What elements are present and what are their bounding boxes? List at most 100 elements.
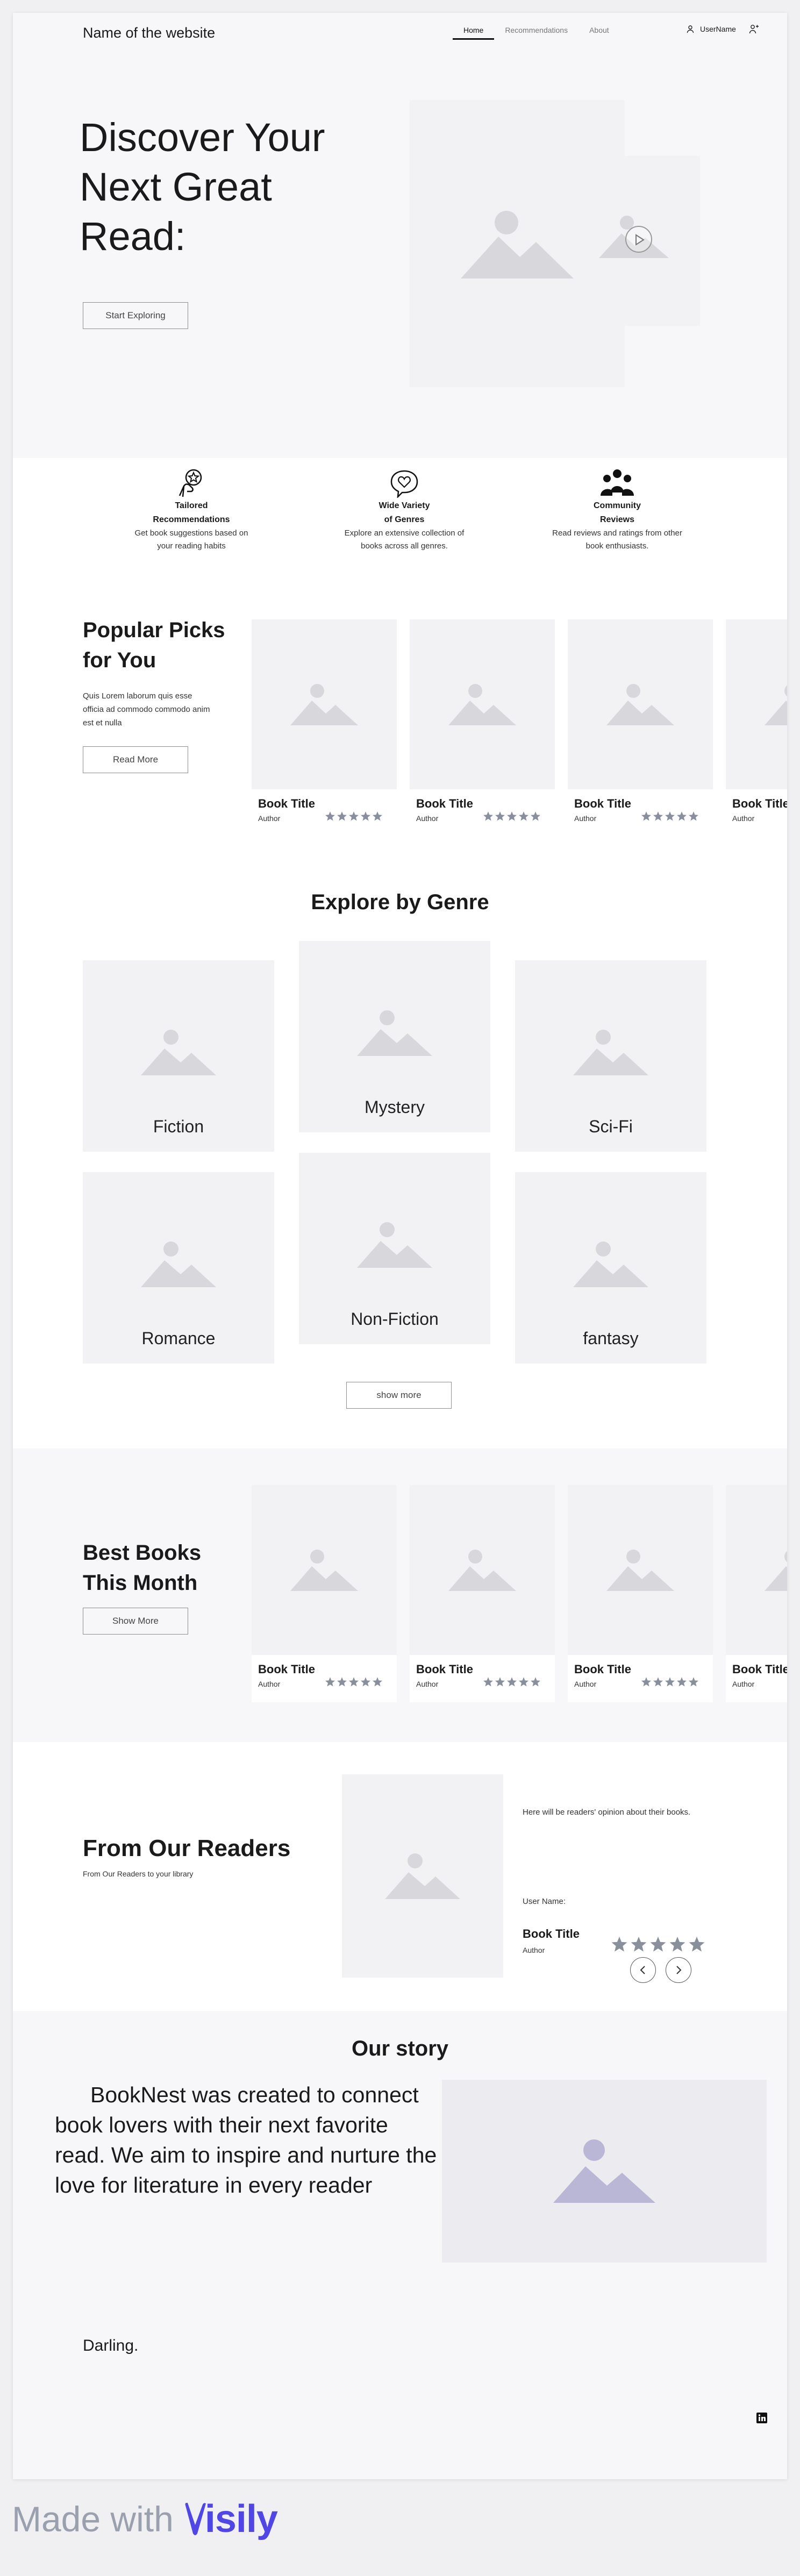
book-card[interactable]: Book Title Author xyxy=(568,619,713,837)
book-card[interactable]: Book Title Author xyxy=(252,1485,397,1702)
book-title: Book Title xyxy=(416,1662,473,1676)
star-icon xyxy=(495,811,505,824)
popular-title: Popular Picks for You xyxy=(83,618,225,672)
star-icon xyxy=(372,811,383,824)
book-cover xyxy=(252,1485,397,1655)
heart-chat-icon xyxy=(390,470,418,498)
book-cover xyxy=(568,619,713,789)
book-title: Book Title xyxy=(732,1662,787,1676)
nav-recommendations[interactable]: Recommendations xyxy=(494,24,578,40)
genre-label: fantasy xyxy=(583,1329,639,1348)
book-card[interactable]: Book Title Author xyxy=(252,619,397,837)
book-title: Book Title xyxy=(416,797,473,810)
genre-tile-fantasy[interactable]: fantasy xyxy=(515,1172,706,1364)
hero-image-main xyxy=(410,100,625,387)
read-more-button[interactable]: Read More xyxy=(83,746,188,773)
reader-book-title: Book Title xyxy=(523,1927,580,1940)
image-placeholder-icon xyxy=(290,684,358,725)
book-card[interactable]: Book Title Author xyxy=(410,1485,555,1702)
readers-subtitle: From Our Readers to your library xyxy=(83,1869,194,1878)
image-placeholder-icon xyxy=(357,1222,432,1268)
start-exploring-button[interactable]: Start Exploring xyxy=(83,302,188,329)
feature-title: Tailored xyxy=(175,501,208,510)
story-signature: Darling. xyxy=(83,2337,139,2354)
star-hand-icon xyxy=(178,469,202,497)
star-icon xyxy=(688,811,699,824)
star-rating xyxy=(325,811,383,824)
image-placeholder-icon xyxy=(606,684,674,725)
book-cover xyxy=(410,619,555,789)
reader-book-author: Author xyxy=(523,1946,545,1954)
popular-text: Quis Lorem laborum quis esse officia ad … xyxy=(83,691,210,727)
brand-prefix: Made with xyxy=(12,2499,174,2539)
username: UserName xyxy=(700,25,736,33)
reader-user-label: User Name: xyxy=(523,1897,566,1906)
feature-desc: Explore an extensive collection of books… xyxy=(344,529,465,551)
star-icon xyxy=(653,811,663,824)
book-card[interactable]: Book Title Author xyxy=(568,1485,713,1702)
chevron-right-icon xyxy=(676,1966,682,1974)
prev-review-button[interactable] xyxy=(630,1957,656,1983)
book-author: Author xyxy=(732,814,755,823)
image-placeholder-icon xyxy=(141,1030,216,1075)
genre-tile-fiction[interactable]: Fiction xyxy=(83,960,274,1152)
star-icon xyxy=(665,1676,675,1690)
book-title: Book Title xyxy=(258,1662,315,1676)
image-placeholder-icon xyxy=(141,1241,216,1287)
star-icon xyxy=(611,1936,628,1956)
genre-tile-scifi[interactable]: Sci-Fi xyxy=(515,960,706,1152)
star-rating xyxy=(641,1676,699,1690)
feature-title: Reviews xyxy=(599,515,635,524)
star-icon xyxy=(688,1936,705,1956)
book-author: Author xyxy=(416,1680,439,1688)
star-icon xyxy=(360,811,371,824)
feature-genres: Wide Variety of Genres Explore an extens… xyxy=(324,468,485,553)
reader-opinion: Here will be readers' opinion about thei… xyxy=(523,1808,691,1817)
chevron-left-icon xyxy=(640,1966,645,1974)
star-rating xyxy=(641,811,699,824)
book-card[interactable]: Book Title Author xyxy=(726,1485,787,1702)
site-name[interactable]: Name of the website xyxy=(83,25,215,41)
user-add-icon[interactable] xyxy=(749,24,760,34)
nav-home[interactable]: Home xyxy=(453,24,495,40)
book-title: Book Title xyxy=(574,797,631,810)
star-icon xyxy=(348,1676,359,1690)
reader-star-rating xyxy=(611,1936,705,1956)
star-icon xyxy=(325,811,335,824)
next-review-button[interactable] xyxy=(666,1957,691,1983)
image-placeholder-icon xyxy=(448,1550,516,1591)
image-placeholder-icon xyxy=(448,684,516,725)
star-icon xyxy=(676,1676,687,1690)
star-icon xyxy=(495,1676,505,1690)
star-icon xyxy=(669,1936,686,1956)
image-placeholder-icon xyxy=(357,1010,432,1056)
nav-about[interactable]: About xyxy=(578,24,620,40)
linkedin-icon[interactable] xyxy=(756,2412,768,2424)
image-placeholder-icon xyxy=(606,1550,674,1591)
book-cover xyxy=(726,619,787,789)
book-cover xyxy=(726,1485,787,1655)
book-title: Book Title xyxy=(258,797,315,810)
genre-tile-nonfiction[interactable]: Non-Fiction xyxy=(299,1153,490,1344)
book-card[interactable]: Book Title Author xyxy=(726,619,787,837)
star-icon xyxy=(641,1676,652,1690)
genre-tile-romance[interactable]: Romance xyxy=(83,1172,274,1364)
show-more-books-button[interactable]: Show More xyxy=(83,1608,188,1635)
show-more-genres-button[interactable]: show more xyxy=(346,1382,452,1409)
feature-tailored: Tailored Recommendations Get book sugges… xyxy=(111,468,272,553)
genre-tile-mystery[interactable]: Mystery xyxy=(299,941,490,1132)
made-with-visily[interactable]: Made with isily xyxy=(12,2489,278,2549)
page-frame: Name of the website Home Recommendations… xyxy=(13,13,787,2479)
brand-name: isily xyxy=(204,2497,278,2541)
visily-logo-icon xyxy=(185,2502,206,2535)
image-placeholder-icon xyxy=(765,1551,787,1591)
star-icon xyxy=(325,1676,335,1690)
user-area[interactable]: UserName xyxy=(686,24,760,34)
star-icon xyxy=(518,1676,529,1690)
book-card[interactable]: Book Title Author xyxy=(410,619,555,837)
story-image xyxy=(442,2080,767,2263)
play-button[interactable] xyxy=(625,226,652,253)
book-cover xyxy=(410,1485,555,1655)
genre-label: Mystery xyxy=(365,1097,425,1117)
image-placeholder-icon xyxy=(290,1550,358,1591)
